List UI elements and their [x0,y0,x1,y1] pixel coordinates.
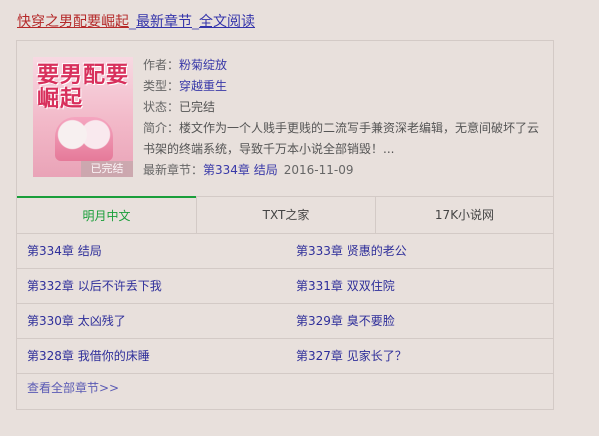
author-label: 作者： [143,58,180,72]
book-panel: 要男配要崛起 已完结 作者：粉菊绽放 类型：穿越重生 状态：已完结 简介：楼文作… [16,40,554,410]
tab-txt[interactable]: TXT之家 [196,197,375,233]
author-row: 作者：粉菊绽放 [143,55,543,76]
full-text-link[interactable]: 全文阅读 [199,14,255,30]
cover-illustration [55,117,113,161]
latest-date: 2016-11-09 [283,163,354,177]
chapter-row: 第334章 结局 第333章 贤惠的老公 [17,234,553,269]
chapter-link[interactable]: 第333章 贤惠的老公 [296,234,407,268]
latest-row: 最新章节：第334章 结局 2016-11-09 [143,160,543,181]
chapter-link[interactable]: 第327章 见家长了？ [296,339,407,373]
status-value: 已完结 [179,100,216,114]
type-row: 类型：穿越重生 [143,76,543,97]
chapter-row: 第332章 以后不许丢下我 第331章 双双住院 [17,269,553,304]
chapter-link[interactable]: 第334章 结局 [27,234,102,268]
title-separator: _ [129,14,136,30]
book-title-link[interactable]: 快穿之男配要崛起 [17,14,129,30]
latest-chapter-link[interactable]: 第334章 结局 [203,163,278,177]
intro-label: 简介： [143,121,180,135]
book-cover-image[interactable]: 要男配要崛起 已完结 [33,57,133,177]
latest-label: 最新章节： [143,163,204,177]
all-chapters-link[interactable]: 查看全部章节>> [27,379,119,396]
type-link[interactable]: 穿越重生 [179,79,227,93]
type-label: 类型： [143,79,180,93]
chapter-list: 第334章 结局 第333章 贤惠的老公 第332章 以后不许丢下我 第331章… [17,234,553,374]
status-row: 状态：已完结 [143,97,543,118]
latest-chapters-link[interactable]: 最新章节 [136,14,192,30]
title-row: 快穿之男配要崛起_最新章节_全文阅读 [17,11,255,31]
chapter-link[interactable]: 第331章 双双住院 [296,269,395,303]
chapter-link[interactable]: 第330章 太凶残了 [27,304,126,338]
chapter-link[interactable]: 第328章 我借你的床睡 [27,339,150,373]
status-label: 状态： [143,100,180,114]
intro-text: 楼文作为一个人贱手更贱的二流写手兼资深老编辑，无意间破坏了云书架的终端系统，导致… [143,121,540,156]
author-link[interactable]: 粉菊绽放 [179,58,227,72]
cover-status-badge: 已完结 [81,161,133,177]
source-tabs: 明月中文 TXT之家 17K小说网 [17,196,553,234]
chapter-row: 第328章 我借你的床睡 第327章 见家长了？ [17,339,553,374]
cover-title-art: 要男配要崛起 [37,62,130,112]
chapter-link[interactable]: 第332章 以后不许丢下我 [27,269,162,303]
chapter-row: 第330章 太凶残了 第329章 臭不要脸 [17,304,553,339]
title-separator: _ [192,14,199,30]
intro-row: 简介：楼文作为一个人贱手更贱的二流写手兼资深老编辑，无意间破坏了云书架的终端系统… [143,118,543,160]
chapter-link[interactable]: 第329章 臭不要脸 [296,304,395,338]
book-info: 作者：粉菊绽放 类型：穿越重生 状态：已完结 简介：楼文作为一个人贱手更贱的二流… [143,55,543,181]
tab-mingyue[interactable]: 明月中文 [17,196,196,233]
tab-17k[interactable]: 17K小说网 [375,197,553,233]
